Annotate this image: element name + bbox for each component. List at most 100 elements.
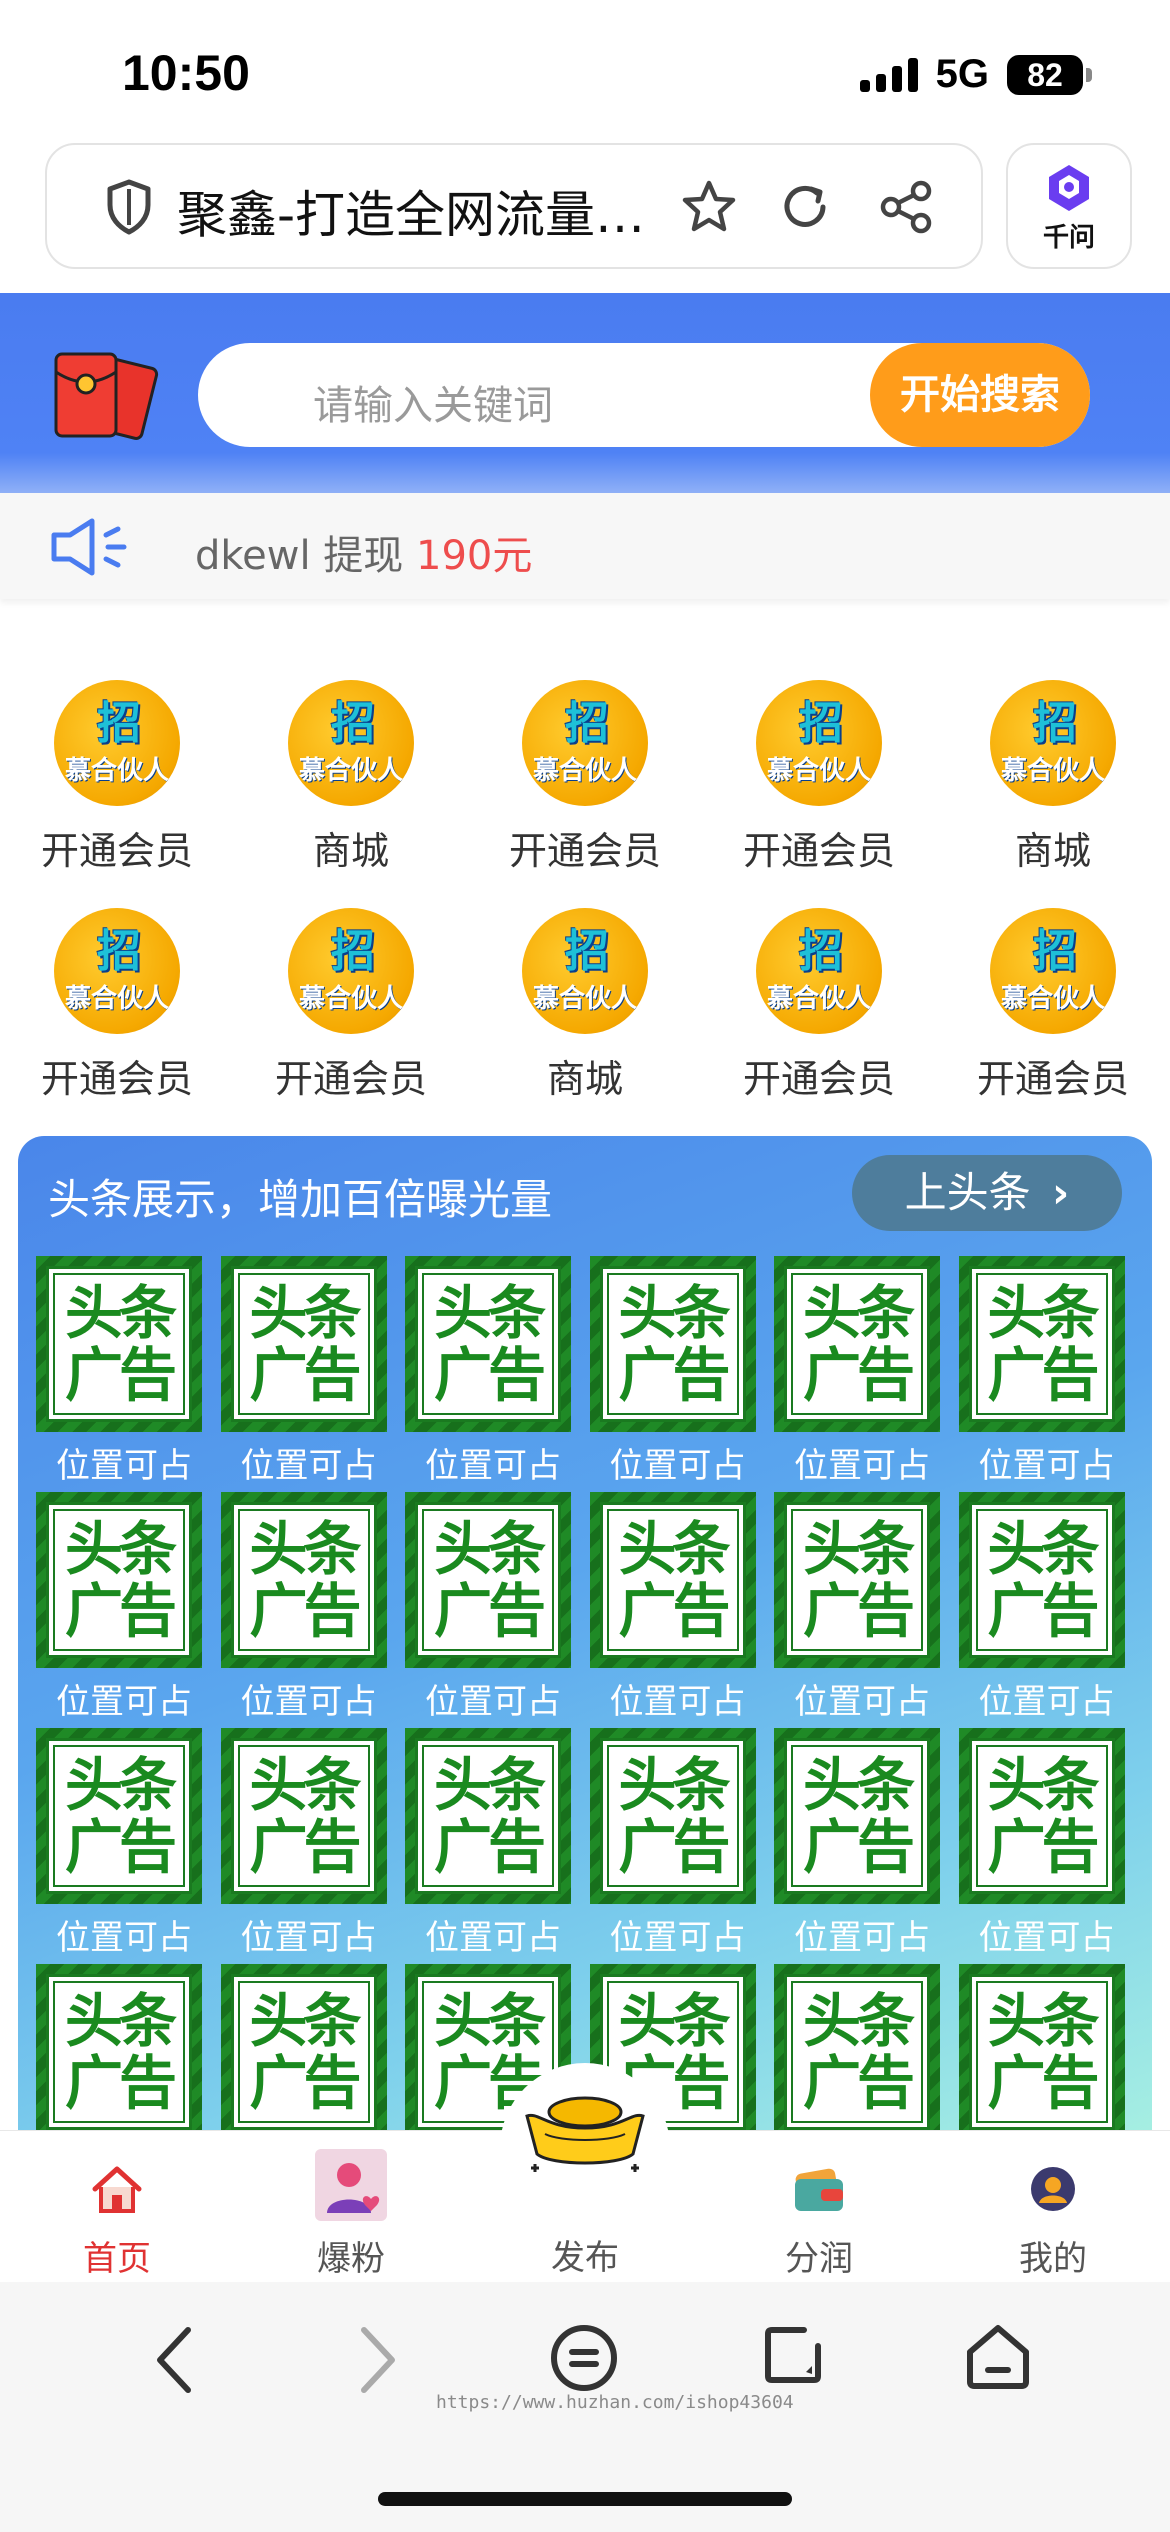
ad-text-line1: 头条 <box>987 1987 1099 2055</box>
headline-ad-image: 头条 广告 <box>589 1256 756 1432</box>
ad-text-line1: 头条 <box>618 1515 730 1583</box>
home-icon <box>92 2166 142 2213</box>
ad-slot[interactable]: 头条广告位置可占 <box>589 1256 760 1487</box>
ad-slot[interactable]: 头条广告位置可占 <box>774 1492 944 1723</box>
headline-ad-image: 头条 广告 <box>589 1728 756 1904</box>
headline-ad-image: 头条 广告 <box>36 1964 202 2136</box>
ad-slot[interactable]: 头条广告位置可占 <box>220 1256 391 1487</box>
ad-slot[interactable]: 头条广告位置可占 <box>589 1492 760 1723</box>
ad-slot[interactable]: 头条广告位置可占 <box>958 1728 1129 1959</box>
ad-text-line1: 头条 <box>618 1987 730 2055</box>
ad-slot[interactable]: 头条广告位置可占 <box>220 1964 391 2136</box>
tab-publish[interactable]: 发布 <box>468 2076 702 2282</box>
headline-ad-image: 头条 广告 <box>405 1256 571 1432</box>
chevron-right-icon: › <box>1052 1168 1070 1217</box>
grid-item[interactable]: 招 慕合伙人 开通会员 <box>702 908 936 1103</box>
grid-item[interactable]: 招 慕合伙人 开通会员 <box>0 908 234 1103</box>
share-icon[interactable] <box>877 177 937 237</box>
headline-ad-image: 头条 广告 <box>774 1964 940 2136</box>
battery-icon: 82 <box>1007 54 1092 95</box>
ad-slot[interactable]: 头条广告位置可占 <box>220 1492 391 1723</box>
ad-slot[interactable]: 头条广告位置可占 <box>220 1728 391 1959</box>
battery-level: 82 <box>1007 54 1083 95</box>
grid-item[interactable]: 招 慕合伙人 商城 <box>234 680 468 875</box>
home-icon[interactable] <box>964 2322 1032 2392</box>
tab-label: 首页 <box>83 2239 151 2279</box>
grid-item-label: 商城 <box>312 829 389 873</box>
status-indicators: 5G 82 <box>859 52 1092 97</box>
star-icon[interactable] <box>679 177 739 237</box>
search-button[interactable]: 开始搜索 <box>870 343 1090 447</box>
ad-text-line1: 头条 <box>249 1987 361 2055</box>
ad-text-line2: 广告 <box>802 1577 915 1645</box>
ad-slot[interactable]: 头条广告位置可占 <box>405 1492 575 1723</box>
refresh-icon[interactable] <box>775 177 835 237</box>
ad-text-line2: 广告 <box>618 1813 730 1881</box>
tab-label: 爆粉 <box>317 2239 385 2279</box>
assistant-button[interactable]: 千问 <box>1006 143 1132 269</box>
ad-text-line2: 广告 <box>249 2049 361 2117</box>
ad-text-line1: 头条 <box>802 1751 915 1819</box>
ad-slot-caption: 位置可占 <box>794 1918 930 1958</box>
ad-slot[interactable]: 头条广告位置可占 <box>589 1728 760 1959</box>
forward-icon[interactable] <box>352 2322 402 2398</box>
page-title[interactable]: 聚鑫-打造全网流量… <box>177 175 657 247</box>
status-bar: 10:50 5G 82 <box>0 0 1170 140</box>
ad-text-line2: 广告 <box>802 1813 915 1881</box>
back-icon[interactable] <box>150 2322 200 2398</box>
grid-item[interactable]: 招 慕合伙人 开通会员 <box>234 908 468 1103</box>
red-envelope-icon[interactable] <box>50 348 160 444</box>
notice-text: dkewl 提现 190元 <box>195 523 532 581</box>
address-bar[interactable]: 聚鑫-打造全网流量… <box>45 143 983 269</box>
tab-fans[interactable]: 爆粉 <box>234 2131 468 2283</box>
ad-slot-caption: 位置可占 <box>978 1682 1115 1722</box>
ad-slot[interactable]: 头条广告位置可占 <box>405 1728 575 1959</box>
search-input[interactable]: 请输入关键词 开始搜索 <box>198 343 1090 447</box>
ad-slot[interactable]: 头条广告位置可占 <box>958 1964 1129 2136</box>
headline-button[interactable]: 上头条 › <box>852 1155 1122 1231</box>
ad-text-line2: 广告 <box>64 1813 177 1881</box>
ad-text-line1: 头条 <box>433 1751 546 1819</box>
recruit-partner-badge-icon: 招 慕合伙人 <box>756 680 882 806</box>
ad-slot[interactable]: 头条广告位置可占 <box>774 1964 944 2136</box>
browser-toolbar: https://www.huzhan.com/ishop43604 <box>0 2282 1170 2532</box>
ad-slot[interactable]: 头条广告位置可占 <box>36 1492 206 1723</box>
ad-text-line1: 头条 <box>802 1987 915 2055</box>
grid-item[interactable]: 招 慕合伙人 开通会员 <box>702 680 936 875</box>
headline-ad-image: 头条 广告 <box>958 1728 1125 1904</box>
ad-text-line2: 广告 <box>433 1577 546 1645</box>
ad-text-line1: 头条 <box>433 1515 546 1583</box>
grid-item[interactable]: 招 慕合伙人 商城 <box>936 680 1170 875</box>
ad-slot[interactable]: 头条广告位置可占 <box>958 1256 1129 1487</box>
grid-item[interactable]: 招 慕合伙人 商城 <box>468 908 702 1103</box>
headline-ad-image: 头条 广告 <box>220 1964 387 2136</box>
headline-ad-image: 头条 广告 <box>958 1492 1125 1668</box>
ad-slot[interactable]: 头条广告位置可占 <box>36 1256 206 1487</box>
grid-item[interactable]: 招 慕合伙人 开通会员 <box>936 908 1170 1103</box>
ad-text-line1: 头条 <box>64 1279 177 1347</box>
grid-item[interactable]: 招 慕合伙人 开通会员 <box>468 680 702 875</box>
tab-profit-share[interactable]: 分润 <box>702 2131 936 2283</box>
headline-button-label: 上头条 <box>904 1168 1031 1217</box>
ad-text-line1: 头条 <box>433 1279 546 1347</box>
ad-slot[interactable]: 头条广告位置可占 <box>774 1728 944 1959</box>
recruit-partner-badge-icon: 招 慕合伙人 <box>54 908 180 1034</box>
home-indicator <box>378 2492 792 2506</box>
ad-slot[interactable]: 头条广告位置可占 <box>405 1256 575 1487</box>
tabs-icon[interactable] <box>760 2322 826 2388</box>
ad-slot[interactable]: 头条广告位置可占 <box>36 1964 206 2136</box>
ad-text-line2: 广告 <box>987 2049 1099 2117</box>
ad-slot[interactable]: 头条广告位置可占 <box>36 1728 206 1959</box>
tab-mine[interactable]: 我的 <box>936 2131 1170 2283</box>
headline-ad-image: 头条 广告 <box>405 1728 571 1904</box>
recruit-partner-badge-icon: 招 慕合伙人 <box>990 908 1116 1034</box>
ad-slot[interactable]: 头条广告位置可占 <box>958 1492 1129 1723</box>
ad-text-line1: 头条 <box>249 1751 361 1819</box>
menu-icon[interactable] <box>548 2322 620 2394</box>
grid-item[interactable]: 招 慕合伙人 开通会员 <box>0 680 234 875</box>
headline-ad-image: 头条 广告 <box>774 1492 940 1668</box>
ad-text-line2: 广告 <box>64 2049 177 2117</box>
tab-home[interactable]: 首页 <box>0 2131 234 2283</box>
ad-slot-caption: 位置可占 <box>425 1682 561 1722</box>
ad-slot[interactable]: 头条广告位置可占 <box>774 1256 944 1487</box>
